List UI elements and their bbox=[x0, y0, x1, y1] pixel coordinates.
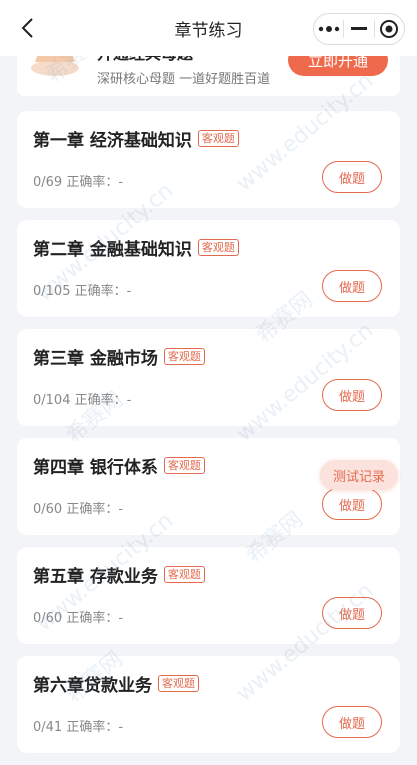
chapter-card: 第一章 经济基础知识 客观题 0/69 正确率：- 做题 bbox=[17, 111, 400, 208]
test-record-button[interactable]: 测试记录 bbox=[320, 460, 398, 490]
chapter-title-row: 第一章 经济基础知识 客观题 bbox=[33, 126, 239, 151]
banner-subtitle: 深研核心母题 一道好题胜百道 bbox=[97, 72, 271, 87]
chapter-title-row: 第三章 金融市场 客观题 bbox=[33, 344, 205, 369]
chapter-title: 第一章 经济基础知识 bbox=[33, 131, 192, 151]
chapter-card: 第六章贷款业务 客观题 0/41 正确率：- 做题 bbox=[17, 656, 400, 753]
chapter-title-row: 第四章 银行体系 客观题 bbox=[33, 453, 205, 478]
practice-button[interactable]: 做题 bbox=[322, 597, 382, 629]
nav-bar: 章节练习 bbox=[0, 0, 417, 56]
more-button[interactable] bbox=[314, 14, 343, 44]
chapter-title: 第五章 存款业务 bbox=[33, 567, 158, 587]
chevron-left-icon bbox=[21, 18, 33, 38]
question-type-badge: 客观题 bbox=[163, 348, 205, 365]
question-type-badge: 客观题 bbox=[158, 675, 199, 692]
chapter-title-row: 第六章贷款业务 客观题 bbox=[33, 671, 199, 696]
question-type-badge: 客观题 bbox=[197, 239, 239, 256]
practice-button[interactable]: 做题 bbox=[322, 379, 382, 411]
question-type-badge: 客观题 bbox=[163, 457, 205, 474]
question-type-badge: 客观题 bbox=[163, 566, 205, 583]
practice-button[interactable]: 做题 bbox=[322, 706, 382, 738]
chapter-title: 第四章 银行体系 bbox=[33, 458, 158, 478]
target-close-icon bbox=[380, 20, 399, 38]
accuracy-rate: 正确率：- bbox=[66, 502, 124, 517]
back-button[interactable] bbox=[14, 14, 40, 42]
chapter-stats: 0/104 正确率：- bbox=[33, 389, 131, 408]
chapter-title: 第六章贷款业务 bbox=[33, 676, 152, 696]
accuracy-rate: 正确率：- bbox=[74, 284, 132, 299]
progress-count: 0/104 bbox=[33, 393, 71, 408]
chapter-title-row: 第二章 金融基础知识 客观题 bbox=[33, 235, 239, 260]
progress-count: 0/41 bbox=[33, 720, 63, 735]
chapter-stats: 0/60 正确率：- bbox=[33, 498, 123, 517]
progress-count: 0/105 bbox=[33, 284, 71, 299]
chapter-stats: 0/60 正确率：- bbox=[33, 607, 123, 626]
chapter-card: 第二章 金融基础知识 客观题 0/105 正确率：- 做题 bbox=[17, 220, 400, 317]
accuracy-rate: 正确率：- bbox=[66, 720, 124, 735]
accuracy-rate: 正确率：- bbox=[66, 175, 124, 190]
chapter-title-row: 第五章 存款业务 客观题 bbox=[33, 562, 205, 587]
chapter-stats: 0/41 正确率：- bbox=[33, 716, 123, 735]
minimize-icon bbox=[350, 27, 367, 30]
chapter-title: 第三章 金融市场 bbox=[33, 349, 158, 369]
chapter-stats: 0/105 正确率：- bbox=[33, 280, 131, 299]
progress-count: 0/60 bbox=[33, 502, 63, 517]
chapter-card: 第三章 金融市场 客观题 0/104 正确率：- 做题 bbox=[17, 329, 400, 426]
close-button[interactable] bbox=[375, 14, 404, 44]
chapter-card: 第五章 存款业务 客观题 0/60 正确率：- 做题 bbox=[17, 547, 400, 644]
question-type-badge: 客观题 bbox=[197, 130, 239, 147]
chapter-stats: 0/69 正确率：- bbox=[33, 171, 123, 190]
progress-count: 0/69 bbox=[33, 175, 63, 190]
more-dots-icon bbox=[318, 26, 339, 32]
progress-count: 0/60 bbox=[33, 611, 63, 626]
page-title: 章节练习 bbox=[174, 20, 243, 41]
chapter-title: 第二章 金融基础知识 bbox=[33, 240, 192, 260]
mini-program-capsule bbox=[313, 13, 405, 45]
practice-button[interactable]: 做题 bbox=[322, 488, 382, 520]
minimize-button[interactable] bbox=[344, 14, 373, 44]
practice-button[interactable]: 做题 bbox=[322, 161, 382, 193]
accuracy-rate: 正确率：- bbox=[74, 393, 132, 408]
accuracy-rate: 正确率：- bbox=[66, 611, 124, 626]
practice-button[interactable]: 做题 bbox=[322, 270, 382, 302]
